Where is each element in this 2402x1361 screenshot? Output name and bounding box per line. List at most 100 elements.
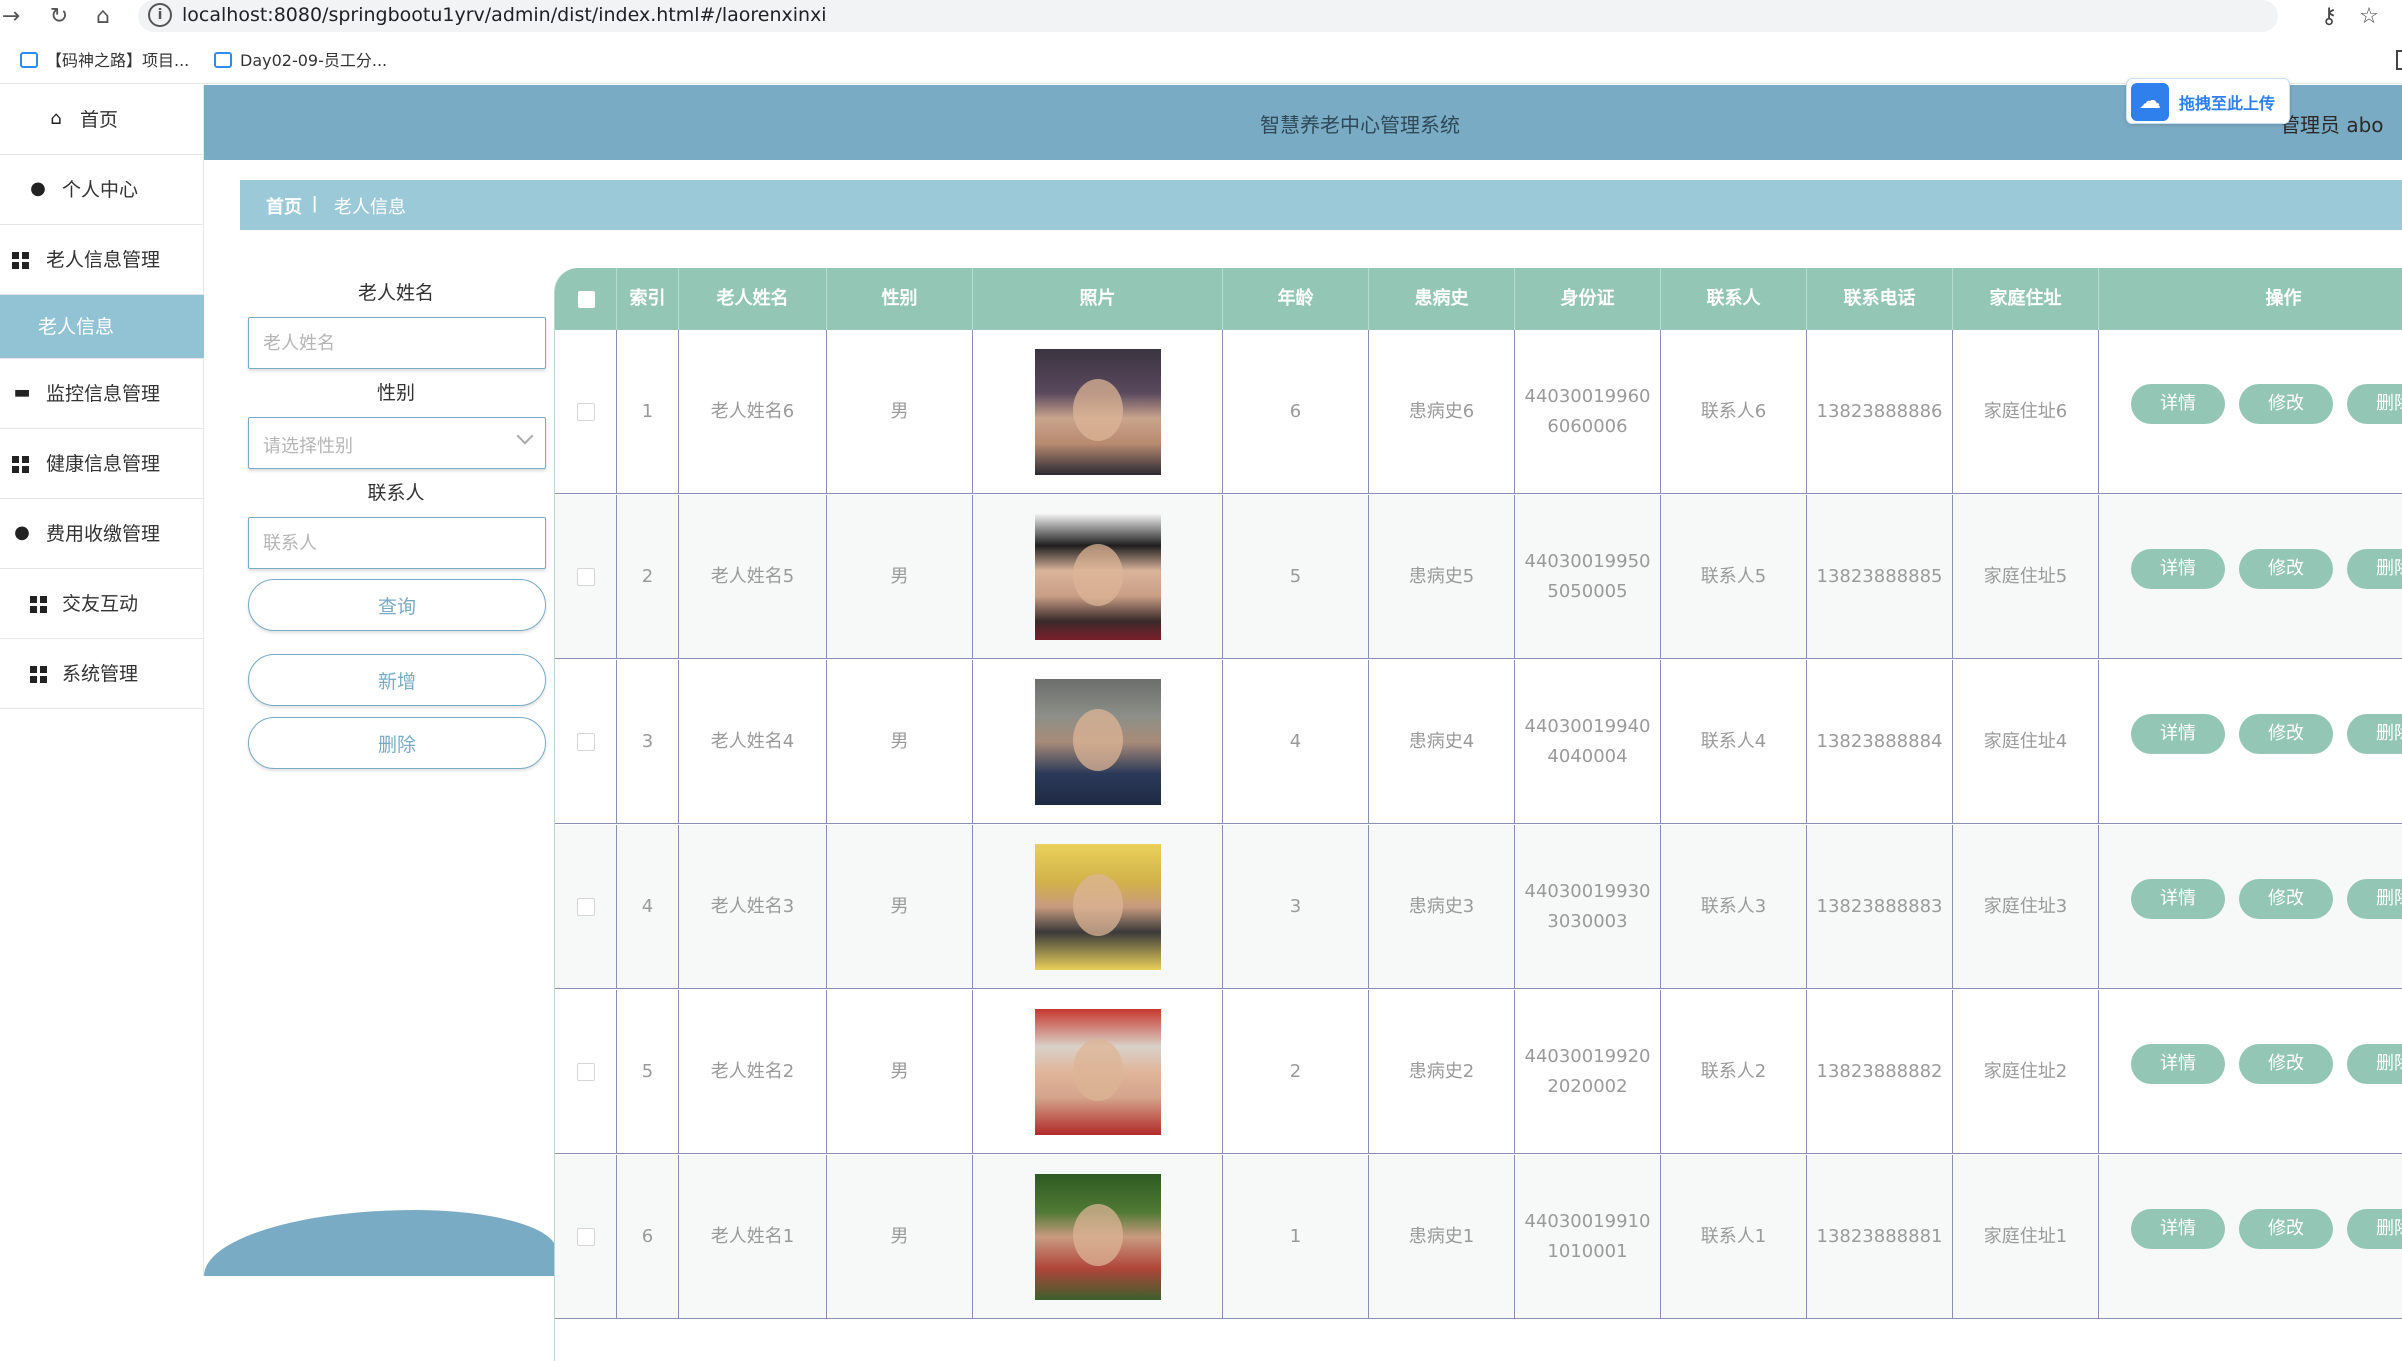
table-row: 3 老人姓名4 男 4 患病史4 44030019940 4040004 联系人4 138238… [555, 660, 2402, 824]
cell-address: 家庭住址3 [1953, 825, 2099, 989]
cell-index: 5 [617, 990, 679, 1154]
detail-button[interactable]: 详情 [2131, 384, 2225, 424]
bookmarks-overflow-icon[interactable] [2396, 50, 2402, 70]
password-key-icon[interactable]: ⚷ [2314, 2, 2344, 32]
sidebar-item-label: 费用收缴管理 [46, 523, 161, 545]
edit-button[interactable]: 修改 [2239, 714, 2333, 754]
delete-button[interactable]: 删除 [2347, 714, 2402, 754]
query-button[interactable]: 查询 [248, 579, 546, 631]
cell-phone: 13823888882 [1807, 990, 1953, 1154]
user-icon: ● [30, 178, 46, 199]
url-text[interactable]: localhost:8080/springbootu1yrv/admin/dis… [182, 4, 827, 26]
id-card-line: 44030019960 [1524, 386, 1651, 407]
edit-button[interactable]: 修改 [2239, 879, 2333, 919]
cell-age: 6 [1223, 330, 1369, 494]
delete-button[interactable]: 删除 [2347, 549, 2402, 589]
cell-id-card: 44030019940 4040004 [1515, 660, 1661, 824]
edit-button[interactable]: 修改 [2239, 1044, 2333, 1084]
cell-medical-history: 患病史5 [1369, 495, 1515, 659]
cell-name: 老人姓名1 [679, 1155, 827, 1319]
gender-select[interactable]: 请选择性别 [248, 417, 546, 469]
table-row: 2 老人姓名5 男 5 患病史5 44030019950 5050005 联系人5 138238… [555, 495, 2402, 659]
cell-contact: 联系人3 [1661, 825, 1807, 989]
monitor-icon: ▬ [13, 382, 31, 403]
row-checkbox[interactable] [576, 1228, 595, 1246]
elder-photo [1034, 679, 1161, 805]
site-info-icon[interactable]: i [148, 3, 172, 27]
cell-id-card: 44030019930 3030003 [1515, 825, 1661, 989]
row-checkbox[interactable] [576, 898, 595, 916]
id-card-line: 44030019950 [1524, 551, 1651, 572]
detail-button[interactable]: 详情 [2131, 714, 2225, 754]
id-card-line: 44030019920 [1524, 1046, 1651, 1067]
cell-name: 老人姓名3 [679, 825, 827, 989]
column-header-name: 老人姓名 [679, 268, 827, 330]
cell-phone: 13823888881 [1807, 1155, 1953, 1319]
sidebar-item-label: 个人中心 [62, 179, 139, 201]
face-shape [1072, 709, 1123, 771]
bilibili-icon [20, 52, 38, 68]
detail-button[interactable]: 详情 [2131, 549, 2225, 589]
back-arrow-icon[interactable]: → [0, 2, 26, 32]
face-shape [1072, 1204, 1123, 1266]
bookmark-star-icon[interactable]: ☆ [2354, 2, 2384, 32]
detail-button[interactable]: 详情 [2131, 1044, 2225, 1084]
cell-age: 5 [1223, 495, 1369, 659]
reload-icon[interactable]: ↻ [44, 2, 74, 32]
sidebar-item-monitor-management[interactable]: ▬ 监控信息管理 [0, 359, 204, 429]
sidebar-item-elder-info[interactable]: 老人信息 [0, 295, 204, 359]
sidebar-item-health-management[interactable]: 健康信息管理 [0, 429, 204, 499]
cell-gender: 男 [827, 1155, 973, 1319]
address-bar[interactable]: i localhost:8080/springbootu1yrv/admin/d… [138, 0, 2278, 32]
elder-name-input[interactable] [248, 317, 546, 369]
table-row: 5 老人姓名2 男 2 患病史2 44030019920 2020002 联系人2 138238… [555, 990, 2402, 1154]
contact-input[interactable] [248, 517, 546, 569]
sidebar-item-personal-center[interactable]: ● 个人中心 [0, 155, 204, 225]
sidebar-item-system-management[interactable]: 系统管理 [0, 639, 204, 709]
cell-index: 6 [617, 1155, 679, 1319]
sidebar-item-fee-management[interactable]: ● 费用收缴管理 [0, 499, 204, 569]
cell-phone: 13823888885 [1807, 495, 1953, 659]
edit-button[interactable]: 修改 [2239, 1209, 2333, 1249]
add-button[interactable]: 新增 [248, 654, 546, 706]
system-title: 智慧养老中心管理系统 [1260, 113, 1460, 137]
app-root: ⌂ 首页 ● 个人中心 老人信息管理 老人信息 ▬ 监控信息管理 健康信息管理 … [0, 78, 2402, 1361]
breadcrumb-current: 老人信息 [334, 197, 406, 218]
id-card-line: 44030019930 [1524, 881, 1651, 902]
detail-button[interactable]: 详情 [2131, 879, 2225, 919]
row-checkbox[interactable] [576, 403, 595, 421]
bookmark-item[interactable]: Day02-09-员工分... [214, 48, 387, 74]
cell-age: 1 [1223, 1155, 1369, 1319]
face-shape [1072, 379, 1123, 441]
edit-button[interactable]: 修改 [2239, 549, 2333, 589]
edit-button[interactable]: 修改 [2239, 384, 2333, 424]
column-header-actions: 操作 [2099, 268, 2402, 330]
batch-delete-button[interactable]: 删除 [248, 717, 546, 769]
cell-id-card: 44030019950 5050005 [1515, 495, 1661, 659]
detail-button[interactable]: 详情 [2131, 1209, 2225, 1249]
id-card-line: 3030003 [1547, 911, 1628, 932]
delete-button[interactable]: 删除 [2347, 879, 2402, 919]
cell-actions: 详情修改删除 [2099, 990, 2402, 1154]
drag-upload-widget[interactable]: ☁ 拖拽至此上传 [2126, 78, 2290, 124]
home-icon[interactable]: ⌂ [88, 2, 118, 32]
select-all-checkbox[interactable] [578, 291, 595, 308]
row-select-cell [555, 1155, 617, 1319]
sidebar-item-social-interaction[interactable]: 交友互动 [0, 569, 204, 639]
breadcrumb-home[interactable]: 首页 [266, 193, 302, 219]
bookmark-item[interactable]: 【码神之路】项目... [20, 48, 189, 74]
row-checkbox[interactable] [576, 733, 595, 751]
breadcrumb-separator: ǀ [312, 193, 318, 214]
delete-button[interactable]: 删除 [2347, 384, 2402, 424]
column-header-phone: 联系电话 [1807, 268, 1953, 330]
cell-index: 1 [617, 330, 679, 494]
delete-button[interactable]: 删除 [2347, 1209, 2402, 1249]
delete-button[interactable]: 删除 [2347, 1044, 2402, 1084]
row-checkbox[interactable] [576, 1063, 595, 1081]
face-shape [1072, 874, 1123, 936]
sidebar-item-home[interactable]: ⌂ 首页 [0, 85, 204, 155]
current-user[interactable]: 管理员 abo [2280, 109, 2384, 138]
sidebar-item-elder-management[interactable]: 老人信息管理 [0, 225, 204, 295]
cell-id-card: 44030019960 6060006 [1515, 330, 1661, 494]
row-checkbox[interactable] [576, 568, 595, 586]
